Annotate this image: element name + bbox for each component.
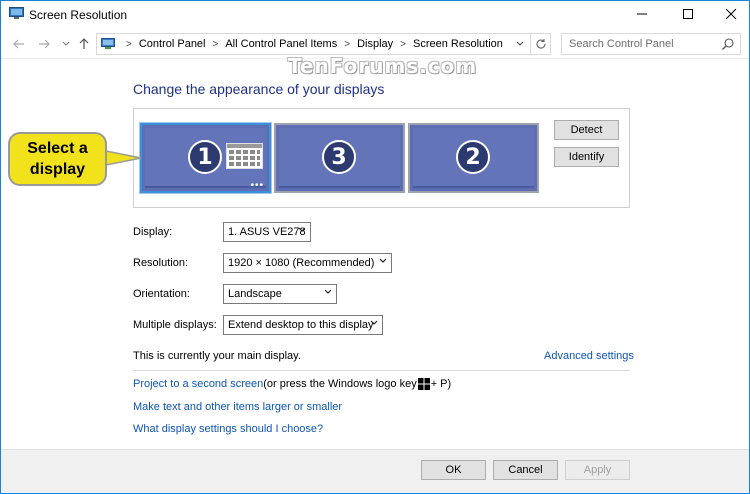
up-button[interactable] [75, 33, 93, 55]
orientation-select[interactable]: Landscape [223, 284, 337, 304]
identify-button[interactable]: Identify [554, 147, 619, 167]
screen-resolution-window: Screen Resolution > Control Panel > All … [0, 0, 750, 494]
chevron-down-icon [298, 227, 306, 232]
callout-pointer [101, 149, 142, 167]
maximize-icon [683, 9, 693, 19]
breadcrumb-all-items[interactable]: All Control Panel Items [225, 38, 337, 50]
minimize-icon [637, 13, 647, 15]
resolution-select[interactable]: 1920 × 1080 (Recommended) [223, 253, 392, 273]
close-icon [725, 8, 737, 20]
more-dots-icon: ••• [250, 180, 264, 191]
minimize-button[interactable] [625, 1, 659, 27]
back-arrow-icon [13, 39, 24, 49]
breadcrumb-separator-icon[interactable]: > [344, 39, 350, 50]
address-bar[interactable]: > Control Panel > All Control Panel Item… [96, 33, 551, 55]
monitor-1[interactable]: 1 ••• [140, 123, 271, 193]
select-display-callout: Select a display [8, 132, 107, 186]
advanced-settings-link[interactable]: Advanced settings [544, 350, 634, 362]
dialog-button-bar: OK Cancel Apply [1, 449, 749, 493]
breadcrumb-control-panel[interactable]: Control Panel [139, 38, 206, 50]
apply-button[interactable]: Apply [565, 460, 630, 480]
multiple-displays-select-value: Extend desktop to this display [228, 319, 374, 331]
project-hint-suffix: + P) [430, 378, 452, 390]
refresh-icon [535, 39, 546, 49]
project-hint-text: (or press the Windows logo key [263, 378, 417, 390]
windows-logo-icon [417, 378, 430, 390]
breadcrumb-display[interactable]: Display [357, 38, 393, 50]
chevron-down-icon [516, 41, 524, 46]
forward-button[interactable] [35, 33, 53, 55]
divider [133, 370, 630, 371]
resolution-label: Resolution: [133, 257, 189, 269]
display-app-icon [9, 7, 24, 20]
display-select[interactable]: 1. ASUS VE278 [223, 222, 311, 242]
monitor-2[interactable]: 2 [408, 123, 539, 193]
close-button[interactable] [714, 1, 748, 27]
detect-button[interactable]: Detect [554, 120, 619, 140]
display-help-link[interactable]: What display settings should I choose? [133, 423, 323, 435]
search-placeholder: Search Control Panel [569, 38, 674, 50]
refresh-button[interactable] [530, 34, 550, 54]
orientation-select-value: Landscape [228, 288, 282, 300]
main-display-note: This is currently your main display. [133, 350, 301, 362]
recent-locations-button[interactable] [57, 33, 75, 55]
back-button[interactable] [10, 33, 28, 55]
chevron-down-icon [370, 320, 378, 325]
maximize-button[interactable] [671, 1, 705, 27]
title-bar: Screen Resolution [1, 1, 749, 28]
resolution-select-value: 1920 × 1080 (Recommended) [228, 257, 375, 269]
window-title: Screen Resolution [29, 8, 128, 22]
chevron-down-icon [379, 258, 387, 263]
display-select-value: 1. ASUS VE278 [228, 226, 306, 238]
monitor-layout-panel: 1 ••• 3 2 Detect Identify [133, 108, 630, 208]
watermark: TenForums.com [288, 54, 478, 78]
main-display-icon [226, 143, 263, 169]
up-arrow-icon [79, 38, 89, 49]
callout-line-1: Select a [27, 140, 88, 157]
multiple-displays-label: Multiple displays: [133, 319, 217, 331]
address-history-button[interactable] [512, 36, 528, 52]
display-label: Display: [133, 226, 173, 238]
breadcrumb: > Control Panel > All Control Panel Item… [119, 38, 503, 50]
search-box[interactable]: Search Control Panel [561, 33, 741, 55]
text-size-link[interactable]: Make text and other items larger or smal… [133, 401, 342, 413]
control-panel-icon [101, 38, 115, 50]
monitor-number-badge: 3 [322, 140, 356, 174]
page-heading: Change the appearance of your displays [133, 81, 385, 97]
content-area: TenForums.com Change the appearance of y… [1, 54, 749, 448]
monitor-number-badge: 1 [188, 140, 222, 174]
breadcrumb-separator-icon[interactable]: > [400, 39, 406, 50]
breadcrumb-separator-icon: > [126, 38, 132, 50]
breadcrumb-separator-icon[interactable]: > [213, 39, 219, 50]
search-icon [721, 37, 735, 51]
forward-arrow-icon [39, 39, 50, 49]
project-second-screen-link[interactable]: Project to a second screen [133, 378, 263, 390]
monitor-number-badge: 2 [456, 140, 490, 174]
ok-button[interactable]: OK [421, 460, 486, 480]
project-row: Project to a second screen (or press the… [133, 378, 451, 390]
breadcrumb-screen-resolution[interactable]: Screen Resolution [413, 38, 503, 50]
multiple-displays-select[interactable]: Extend desktop to this display [223, 315, 383, 335]
cancel-button[interactable]: Cancel [493, 460, 558, 480]
chevron-down-icon [324, 289, 332, 294]
chevron-down-icon [62, 41, 70, 46]
orientation-label: Orientation: [133, 288, 190, 300]
callout-line-2: display [29, 161, 86, 178]
monitor-3[interactable]: 3 [274, 123, 405, 193]
